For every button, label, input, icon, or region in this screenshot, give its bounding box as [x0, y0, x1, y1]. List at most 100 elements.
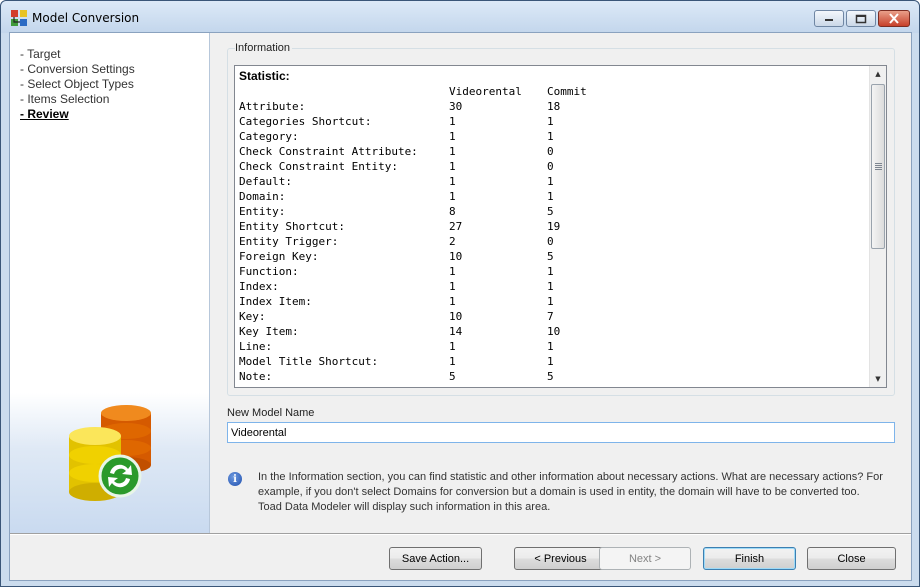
- statistic-row: Entity: 8 5: [239, 204, 867, 219]
- statistic-videorental-count: 1: [449, 160, 456, 173]
- statistic-videorental-count: 27: [449, 220, 463, 233]
- statistic-videorental-count: 10: [449, 250, 463, 263]
- statistic-commit-count: 19: [547, 220, 561, 233]
- statistic-object-type: Check Constraint Attribute:: [239, 145, 418, 158]
- statistic-videorental-count: 8: [449, 205, 456, 218]
- statistic-object-type: Category:: [239, 130, 299, 143]
- statistic-row: Note: 5 5: [239, 369, 867, 384]
- statistic-videorental-count: 30: [449, 100, 463, 113]
- database-conversion-icon: [69, 405, 151, 501]
- previous-button[interactable]: < Previous: [514, 547, 607, 570]
- window-title: Model Conversion: [32, 11, 140, 25]
- hint-text: In the Information section, you can find…: [258, 471, 883, 513]
- maximize-button[interactable]: [846, 10, 876, 27]
- statistic-videorental-count: 1: [449, 115, 456, 128]
- statistic-row: Categories Shortcut: 1 1: [239, 114, 867, 129]
- close-window-button[interactable]: [878, 10, 910, 27]
- statistic-commit-count: 0: [547, 235, 554, 248]
- statistic-commit-count: 1: [547, 355, 554, 368]
- statistic-commit-count: 5: [547, 205, 554, 218]
- statistic-object-type: Categories Shortcut:: [239, 115, 372, 128]
- statistic-header-commit: Commit: [547, 85, 587, 98]
- statistic-object-type: Key:: [239, 310, 266, 323]
- statistic-row: Category: 1 1: [239, 129, 867, 144]
- wizard-step: - Conversion Settings: [20, 62, 135, 76]
- grip-icon: [875, 163, 882, 170]
- statistic-header-videorental: Videorental: [449, 85, 522, 98]
- statistic-object-type: Check Constraint Entity:: [239, 160, 398, 173]
- statistic-commit-count: 1: [547, 295, 554, 308]
- close-button[interactable]: Close: [807, 547, 896, 570]
- statistic-row: Attribute: 30 18: [239, 99, 867, 114]
- statistic-videorental-count: 5: [449, 370, 456, 383]
- statistic-row: Index: 1 1: [239, 279, 867, 294]
- statistic-videorental-count: 1: [449, 265, 456, 278]
- information-scrollbar[interactable]: ▲ ▼: [869, 66, 886, 387]
- statistic-row: Note Line Shortcut:11: [239, 384, 867, 387]
- statistic-row: Check Constraint Attribute: 1 0: [239, 144, 867, 159]
- statistic-object-type: Function:: [239, 265, 299, 278]
- statistic-row: Domain: 1 1: [239, 189, 867, 204]
- statistic-object-type: Line:: [239, 340, 273, 353]
- minimize-icon: [825, 18, 833, 21]
- scroll-down-button[interactable]: ▼: [870, 371, 886, 387]
- statistic-object-type: Entity Shortcut:: [239, 220, 345, 233]
- information-label: Information: [235, 42, 293, 54]
- statistic-object-type: Attribute:: [239, 100, 306, 113]
- statistic-object-type: Note Line Shortcut:: [239, 384, 449, 387]
- statistic-object-type: Entity:: [239, 205, 286, 218]
- statistic-videorental-count: 1: [449, 295, 456, 308]
- scroll-thumb[interactable]: [871, 84, 885, 249]
- title-bar[interactable]: Model Conversion: [1, 1, 919, 33]
- statistic-videorental-count: 1: [449, 190, 456, 203]
- next-button[interactable]: Next >: [599, 547, 691, 570]
- statistic-object-type: Index:: [239, 280, 279, 293]
- minimize-button[interactable]: [814, 10, 844, 27]
- information-textbox[interactable]: Statistic: Videorental Commit Attribute:…: [234, 65, 887, 388]
- maximize-icon: [855, 14, 867, 23]
- statistic-commit-count: 0: [547, 160, 554, 173]
- steps-pane: - Target - Conversion Settings - Select Ob…: [10, 33, 210, 533]
- statistic-videorental-count: 1: [449, 145, 456, 158]
- statistic-row: Function: 1 1: [239, 264, 867, 279]
- new-model-name-label: New Model Name: [227, 407, 315, 419]
- statistic-commit-count: 18: [547, 100, 561, 113]
- statistic-object-type: Entity Trigger:: [239, 235, 339, 248]
- statistic-object-type: Note:: [239, 370, 273, 383]
- save-action-button[interactable]: Save Action...: [389, 547, 482, 570]
- model-conversion-icon: [11, 10, 27, 26]
- statistic-commit-count: 7: [547, 310, 554, 323]
- wizard-step: - Select Object Types: [20, 77, 134, 91]
- statistic-row: Key Item: 14 10: [239, 324, 867, 339]
- dialog-body: - Target - Conversion Settings - Select Ob…: [9, 32, 912, 581]
- footer-separator: [10, 533, 911, 535]
- statistic-row: Entity Trigger: 2 0: [239, 234, 867, 249]
- scroll-up-button[interactable]: ▲: [870, 66, 886, 82]
- wizard-steps: - Target - Conversion Settings - Select Ob…: [20, 47, 135, 122]
- new-model-name-input[interactable]: [227, 422, 895, 443]
- statistic-object-type: Index Item:: [239, 295, 312, 308]
- arrow-down-icon: ▼: [875, 375, 881, 383]
- statistic-videorental-count: 1: [449, 130, 456, 143]
- statistic-commit-count: 1: [547, 190, 554, 203]
- statistic-header-row: Videorental Commit: [239, 84, 867, 99]
- statistic-commit-count: 5: [547, 370, 554, 383]
- close-icon: [889, 13, 899, 24]
- wizard-step: - Review: [20, 107, 69, 121]
- wizard-step: - Items Selection: [20, 92, 110, 106]
- statistic-commit-count: 5: [547, 250, 554, 263]
- statistic-row: Entity Shortcut: 27 19: [239, 219, 867, 234]
- statistic-row: Default: 1 1: [239, 174, 867, 189]
- wizard-graphic: [10, 393, 209, 533]
- statistic-commit-count: 10: [547, 325, 561, 338]
- statistic-object-type: Key Item:: [239, 325, 299, 338]
- finish-button[interactable]: Finish: [703, 547, 796, 570]
- statistic-commit-count: 1: [547, 384, 627, 387]
- info-icon: i: [228, 472, 242, 486]
- wizard-step: - Target: [20, 47, 61, 61]
- model-conversion-window: Model Conversion - Target - Conversion Se…: [0, 0, 920, 587]
- statistic-videorental-count: 10: [449, 310, 463, 323]
- statistic-heading: Statistic:: [239, 69, 290, 83]
- statistic-header-name: [239, 84, 449, 99]
- statistic-object-type: Foreign Key:: [239, 250, 319, 263]
